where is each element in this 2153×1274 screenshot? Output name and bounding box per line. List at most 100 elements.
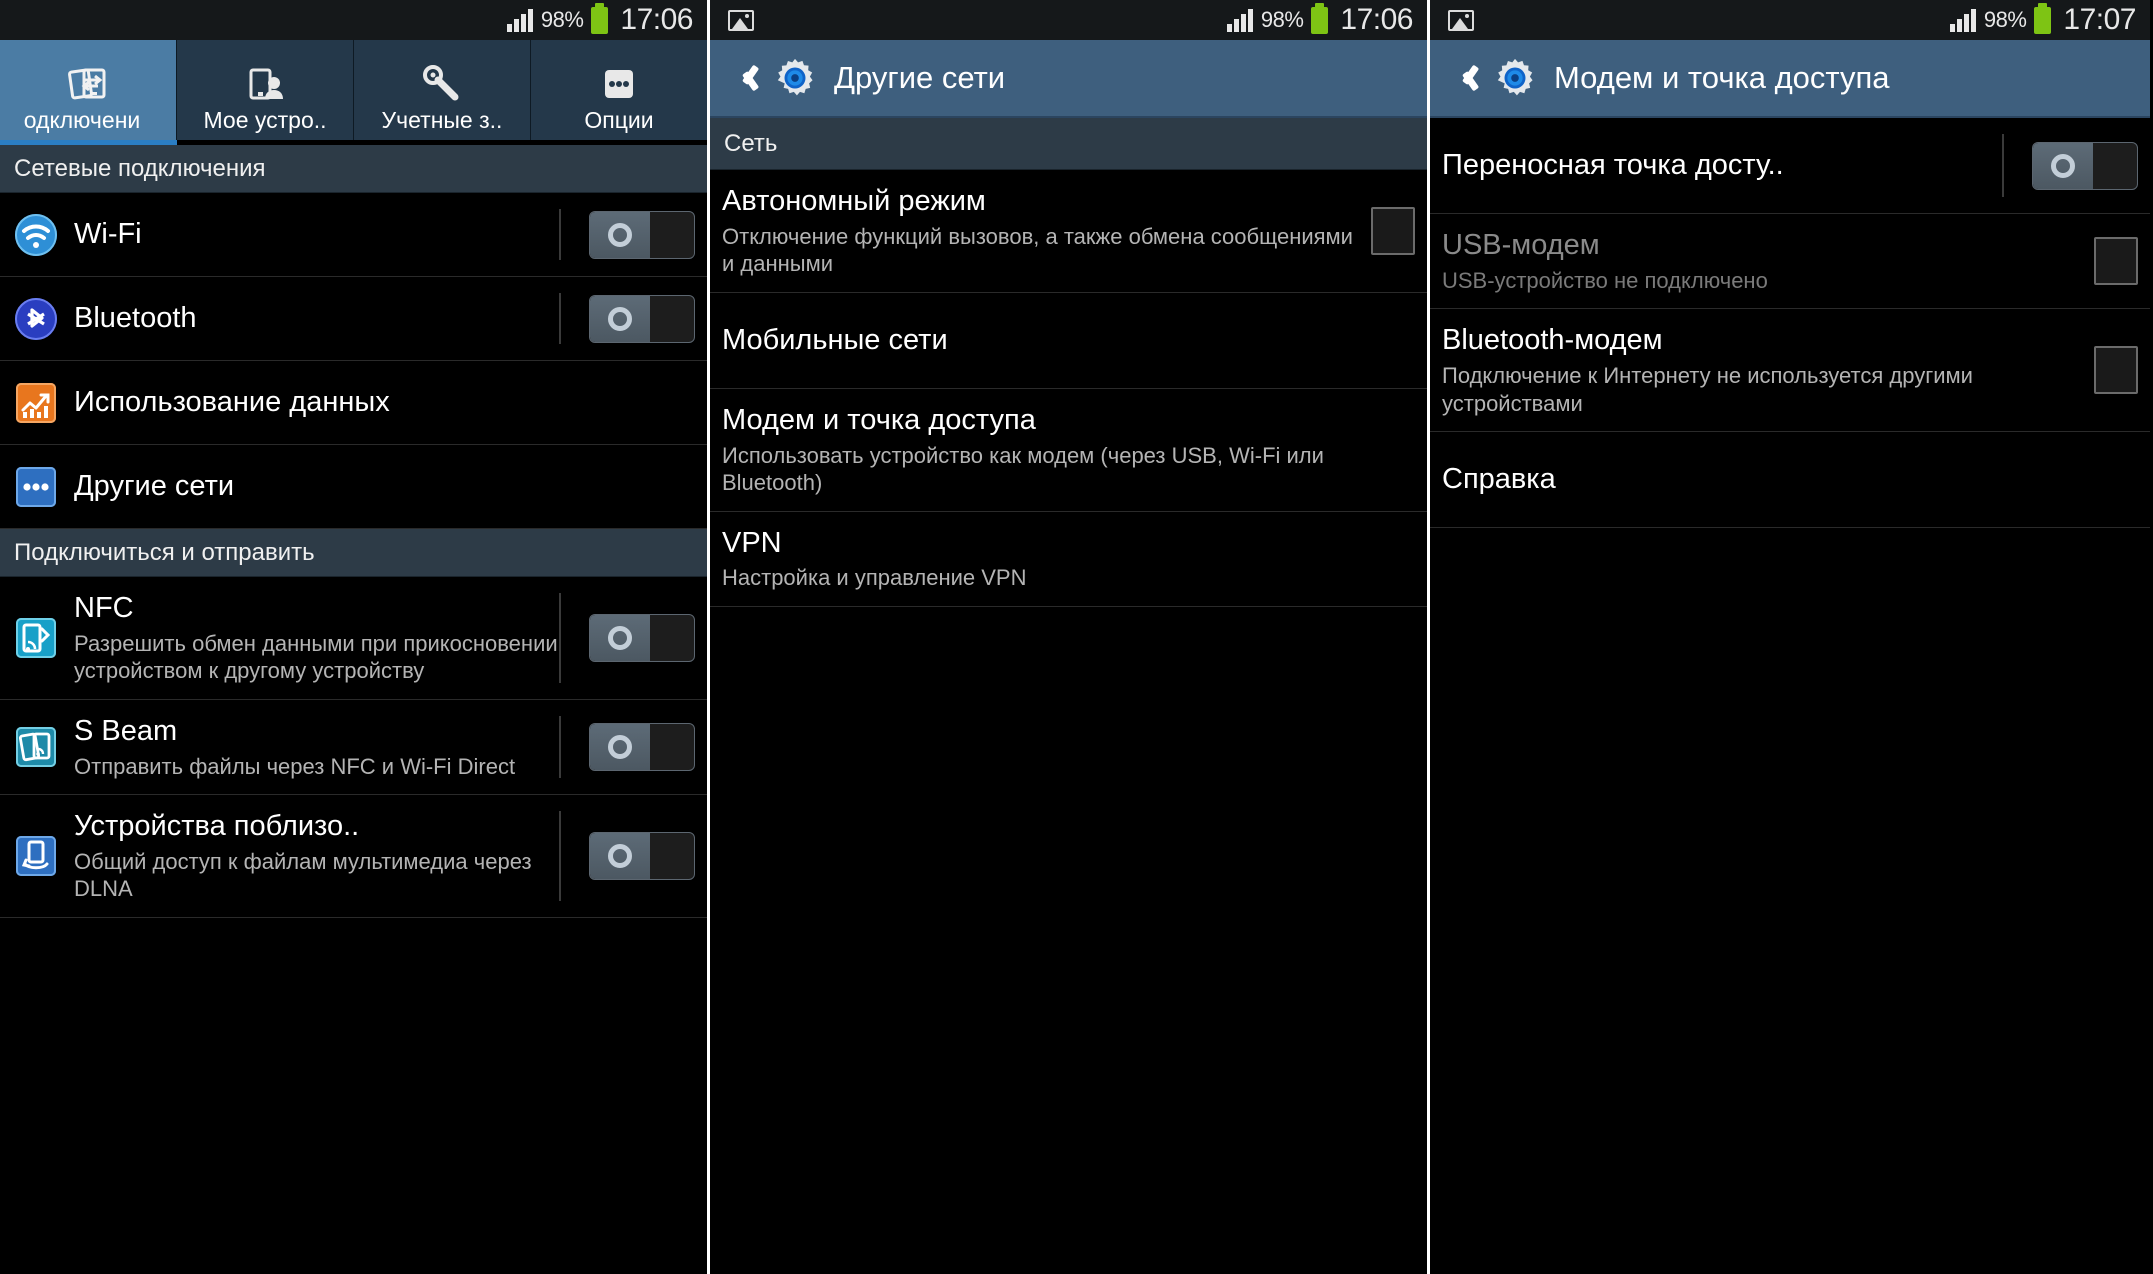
list-item-text: VPN Настройка и управление VPN bbox=[722, 512, 1415, 606]
list-item-text: Модем и точка доступа Использовать устро… bbox=[722, 389, 1415, 511]
list-item-title: Устройства поблизо.. bbox=[74, 810, 360, 843]
list-item-title: Bluetooth-модем bbox=[1442, 324, 1663, 357]
divider bbox=[559, 811, 561, 901]
list-item-nearby-devices[interactable]: Устройства поблизо.. Общий доступ к файл… bbox=[0, 795, 707, 918]
list-item-mobile-networks[interactable]: Мобильные сети bbox=[710, 292, 1427, 389]
list-item-text: Справка bbox=[1442, 448, 2138, 511]
signal-bars-icon bbox=[1949, 8, 1976, 32]
list-item-data-usage[interactable]: Использование данных bbox=[0, 361, 707, 445]
back-chevron-icon[interactable] bbox=[736, 61, 756, 95]
list-item-text: Bluetooth bbox=[74, 287, 559, 350]
list-item-title: S Beam bbox=[74, 714, 178, 747]
bluetooth-toggle[interactable] bbox=[589, 294, 695, 343]
tab-label: Опции bbox=[584, 107, 654, 133]
tab-options[interactable]: Опции bbox=[531, 40, 707, 140]
list-item-text: USB-модем USB-устройство не подключено bbox=[1442, 214, 2080, 308]
list-item-title: Справка bbox=[1442, 463, 1556, 496]
list-item-subtitle: USB-устройство не подключено bbox=[1442, 267, 1768, 293]
list-item-subtitle: Общий доступ к файлам мультимедиа через … bbox=[74, 848, 532, 902]
panel-connections: 98% 17:06 одключени Мое устро.. Учетные … bbox=[0, 0, 707, 1274]
list-item-control[interactable] bbox=[575, 210, 695, 259]
list-item-control[interactable] bbox=[2018, 141, 2138, 190]
picture-icon bbox=[1448, 9, 1474, 31]
bluetooth-tethering-checkbox[interactable] bbox=[2094, 346, 2138, 395]
tab-label: Мое устро.. bbox=[203, 107, 327, 133]
list-item-title: Мобильные сети bbox=[722, 323, 948, 356]
list-item-portable-hotspot[interactable]: Переносная точка досту.. bbox=[1430, 118, 2150, 214]
section-header-connect-and-share: Подключиться и отправить bbox=[0, 529, 707, 577]
list-item-nfc[interactable]: NFC Разрешить обмен данными при прикосно… bbox=[0, 577, 707, 700]
list-item-control[interactable] bbox=[2080, 346, 2138, 395]
airplane-mode-checkbox[interactable] bbox=[1371, 206, 1415, 255]
tab-my-device[interactable]: Мое устро.. bbox=[177, 40, 354, 140]
tab-label: Учетные з.. bbox=[381, 107, 503, 133]
status-bar-clock: 17:07 bbox=[2063, 3, 2136, 36]
tab-label: одключени bbox=[23, 107, 141, 133]
list-item-title: Автономный режим bbox=[722, 185, 986, 217]
tab-connections[interactable]: одключени bbox=[0, 40, 177, 140]
divider bbox=[559, 293, 561, 344]
wifi-toggle[interactable] bbox=[589, 210, 695, 259]
list-item-help[interactable]: Справка bbox=[1430, 432, 2150, 529]
toggle-thumb bbox=[2033, 142, 2093, 189]
list-item-subtitle: Разрешить обмен данными при прикосновени… bbox=[74, 630, 558, 684]
list-item-subtitle: Использовать устройство как модем (через… bbox=[722, 442, 1324, 496]
list-item-control[interactable] bbox=[575, 613, 695, 662]
action-bar: Модем и точка доступа bbox=[1430, 40, 2150, 118]
three-panel-screenshot: 98% 17:06 одключени Мое устро.. Учетные … bbox=[0, 0, 2153, 1274]
battery-icon bbox=[1311, 2, 1329, 34]
nfc-toggle[interactable] bbox=[589, 613, 695, 662]
status-bar-clock: 17:06 bbox=[620, 3, 693, 36]
list-item-wifi[interactable]: Wi-Fi bbox=[0, 193, 707, 277]
battery-icon bbox=[591, 2, 609, 34]
status-bar: 98% 17:07 bbox=[1430, 0, 2150, 40]
s-beam-toggle[interactable] bbox=[589, 722, 695, 771]
toggle-thumb bbox=[590, 614, 650, 661]
action-bar-title: Другие сети bbox=[834, 60, 1006, 95]
list-item-text: Мобильные сети bbox=[722, 309, 1415, 372]
settings-tab-bar[interactable]: одключени Мое устро.. Учетные з.. Опции bbox=[0, 40, 707, 140]
battery-percent: 98% bbox=[1260, 7, 1304, 32]
battery-icon bbox=[2034, 2, 2052, 34]
signal-bars-icon bbox=[1226, 8, 1253, 32]
list-item-title: Bluetooth bbox=[74, 302, 197, 335]
list-item-text: Автономный режим Отключение функций вызо… bbox=[722, 170, 1357, 292]
toggle-thumb bbox=[590, 832, 650, 879]
toggle-thumb bbox=[590, 295, 650, 342]
tab-accounts[interactable]: Учетные з.. bbox=[354, 40, 531, 140]
status-bar-left bbox=[1444, 9, 1942, 31]
list-item-text: Устройства поблизо.. Общий доступ к файл… bbox=[74, 795, 559, 917]
list-item-tethering[interactable]: Модем и точка доступа Использовать устро… bbox=[710, 388, 1427, 512]
portable-hotspot-toggle[interactable] bbox=[2032, 141, 2138, 190]
list-item-text: Переносная точка досту.. bbox=[1442, 134, 2002, 197]
settings-gear-icon bbox=[777, 58, 813, 96]
nearby-devices-toggle[interactable] bbox=[589, 831, 695, 880]
picture-icon bbox=[728, 9, 754, 31]
list-item-control[interactable] bbox=[1357, 206, 1415, 255]
list-item-s-beam[interactable]: S Beam Отправить файлы через NFC и Wi-Fi… bbox=[0, 699, 707, 796]
list-item-text: NFC Разрешить обмен данными при прикосно… bbox=[74, 577, 559, 699]
status-bar-clock: 17:06 bbox=[1340, 3, 1413, 36]
other-networks-icon bbox=[12, 465, 60, 509]
toggle-thumb bbox=[590, 723, 650, 770]
back-chevron-icon[interactable] bbox=[1456, 61, 1476, 95]
status-bar-left bbox=[724, 9, 1219, 31]
bluetooth-icon bbox=[12, 297, 60, 341]
list-item-other-networks[interactable]: Другие сети bbox=[0, 445, 707, 529]
list-item-bluetooth-tethering[interactable]: Bluetooth-модем Подключение к Интернету … bbox=[1430, 309, 2150, 433]
list-item-airplane-mode[interactable]: Автономный режим Отключение функций вызо… bbox=[710, 170, 1427, 293]
panel-filler bbox=[0, 917, 707, 1274]
list-item-subtitle: Настройка и управление VPN bbox=[722, 565, 1027, 591]
list-item-text: Bluetooth-модем Подключение к Интернету … bbox=[1442, 309, 2080, 431]
list-item-title: Использование данных bbox=[74, 386, 390, 419]
wifi-icon bbox=[12, 213, 60, 257]
divider bbox=[559, 209, 561, 260]
list-item-control[interactable] bbox=[575, 722, 695, 771]
list-item-control[interactable] bbox=[575, 294, 695, 343]
nfc-icon bbox=[12, 616, 60, 660]
list-item-control[interactable] bbox=[575, 831, 695, 880]
list-item-bluetooth[interactable]: Bluetooth bbox=[0, 277, 707, 361]
list-item-text: S Beam Отправить файлы через NFC и Wi-Fi… bbox=[74, 700, 559, 794]
list-item-vpn[interactable]: VPN Настройка и управление VPN bbox=[710, 511, 1427, 607]
list-item-title: NFC bbox=[74, 592, 134, 624]
